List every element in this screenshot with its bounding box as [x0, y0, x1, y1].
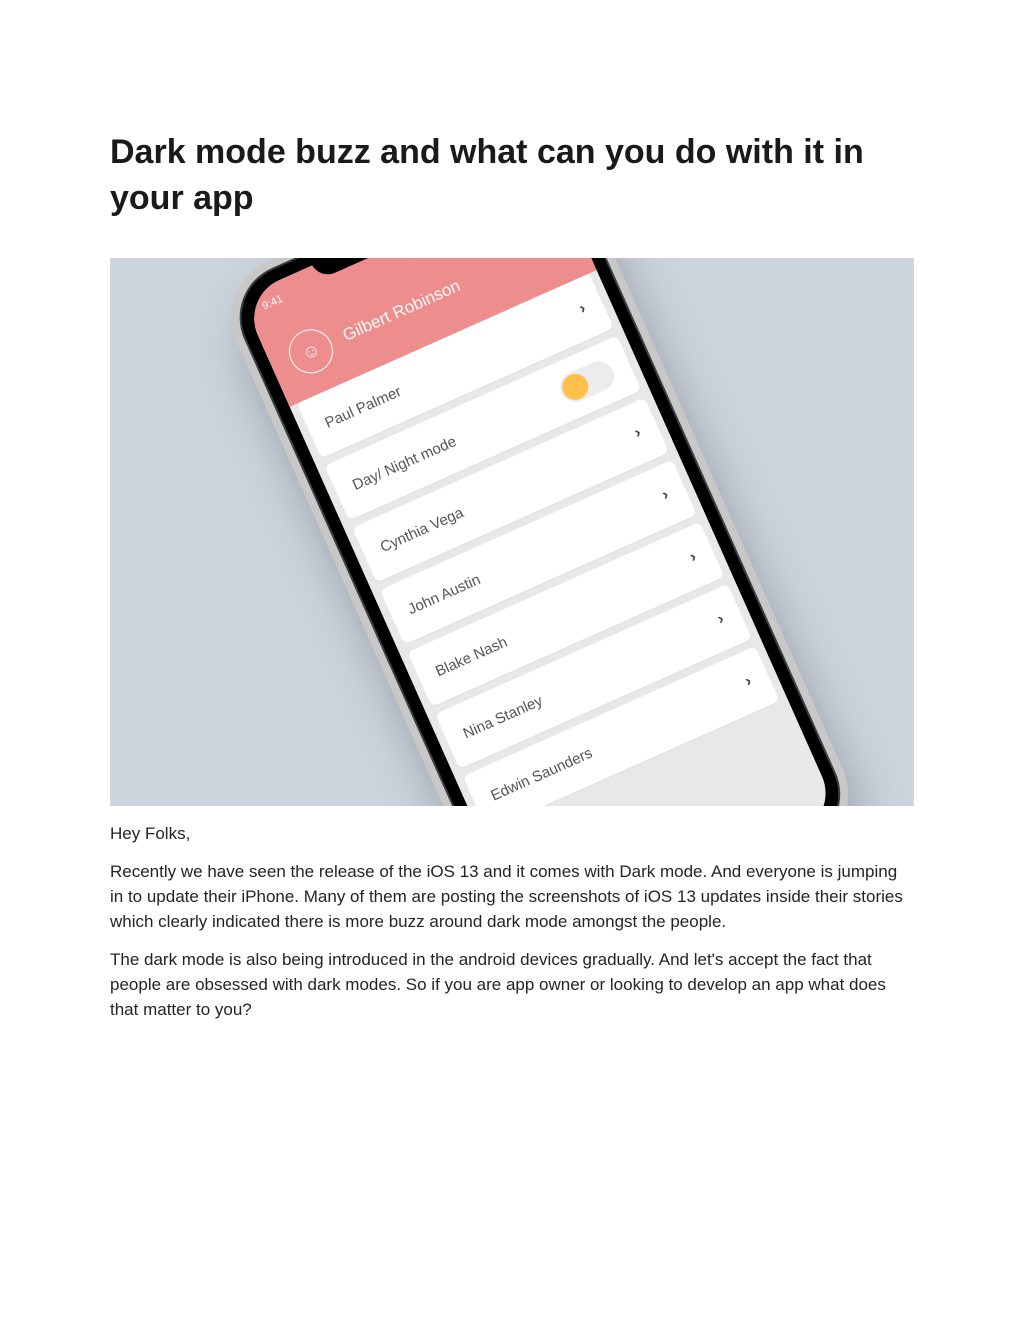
- chevron-right-icon: ›: [715, 610, 727, 629]
- list-item-dark-mode-toggle[interactable]: Day/ Night mode: [325, 335, 642, 520]
- list-item[interactable]: Nina Stanley ›: [435, 584, 752, 769]
- list-item[interactable]: John Austin ›: [380, 459, 697, 644]
- greeting-text: Hey Folks,: [110, 822, 914, 847]
- sun-icon: [558, 369, 592, 403]
- list-item-label: Edwin Saunders: [488, 744, 595, 804]
- status-bar: 9:41 ▂▄▆: [241, 258, 563, 330]
- list-item-label: Nina Stanley: [461, 692, 546, 742]
- chevron-right-icon: ›: [660, 486, 672, 505]
- phone-screen: 9:41 ▂▄▆ ☺: [241, 258, 839, 806]
- document-page: Dark mode buzz and what can you do with …: [0, 0, 1024, 1022]
- phone-frame: 9:41 ▂▄▆ ☺: [225, 258, 855, 806]
- list-item-label: Cynthia Vega: [378, 503, 466, 555]
- chevron-right-icon: ›: [632, 424, 644, 443]
- list-item[interactable]: Paul Palmer ›: [297, 273, 614, 458]
- list-item[interactable]: Edwin Saunders ›: [463, 646, 780, 806]
- phone-mockup: 9:41 ▂▄▆ ☺: [110, 258, 914, 806]
- paragraph: The dark mode is also being introduced i…: [110, 948, 914, 1022]
- chevron-right-icon: ›: [687, 548, 699, 567]
- status-time: 9:41: [260, 293, 284, 313]
- user-name: Gilbert Robinson: [340, 276, 464, 346]
- article-title: Dark mode buzz and what can you do with …: [110, 130, 914, 222]
- contacts-list: Paul Palmer › Day/ Night mode Cynthia Ve…: [297, 273, 832, 806]
- list-item-label: Blake Nash: [433, 633, 510, 680]
- paragraph: Recently we have seen the release of the…: [110, 860, 914, 934]
- smiley-icon: ☺: [298, 338, 323, 365]
- chevron-right-icon: ›: [577, 300, 589, 319]
- article-body: Hey Folks, Recently we have seen the rel…: [110, 822, 914, 1022]
- list-item[interactable]: Blake Nash ›: [408, 522, 725, 707]
- list-item-label: Day/ Night mode: [350, 432, 459, 493]
- list-item-label: John Austin: [405, 570, 483, 617]
- hero-image: 9:41 ▂▄▆ ☺: [110, 258, 914, 806]
- phone-notch: [307, 258, 483, 280]
- chevron-right-icon: ›: [743, 672, 755, 691]
- app-header: ☺ Gilbert Robinson: [256, 258, 597, 407]
- list-item-label: Paul Palmer: [322, 382, 404, 431]
- day-night-toggle[interactable]: [556, 356, 619, 406]
- avatar: ☺: [282, 322, 340, 380]
- list-item[interactable]: Cynthia Vega ›: [352, 397, 669, 582]
